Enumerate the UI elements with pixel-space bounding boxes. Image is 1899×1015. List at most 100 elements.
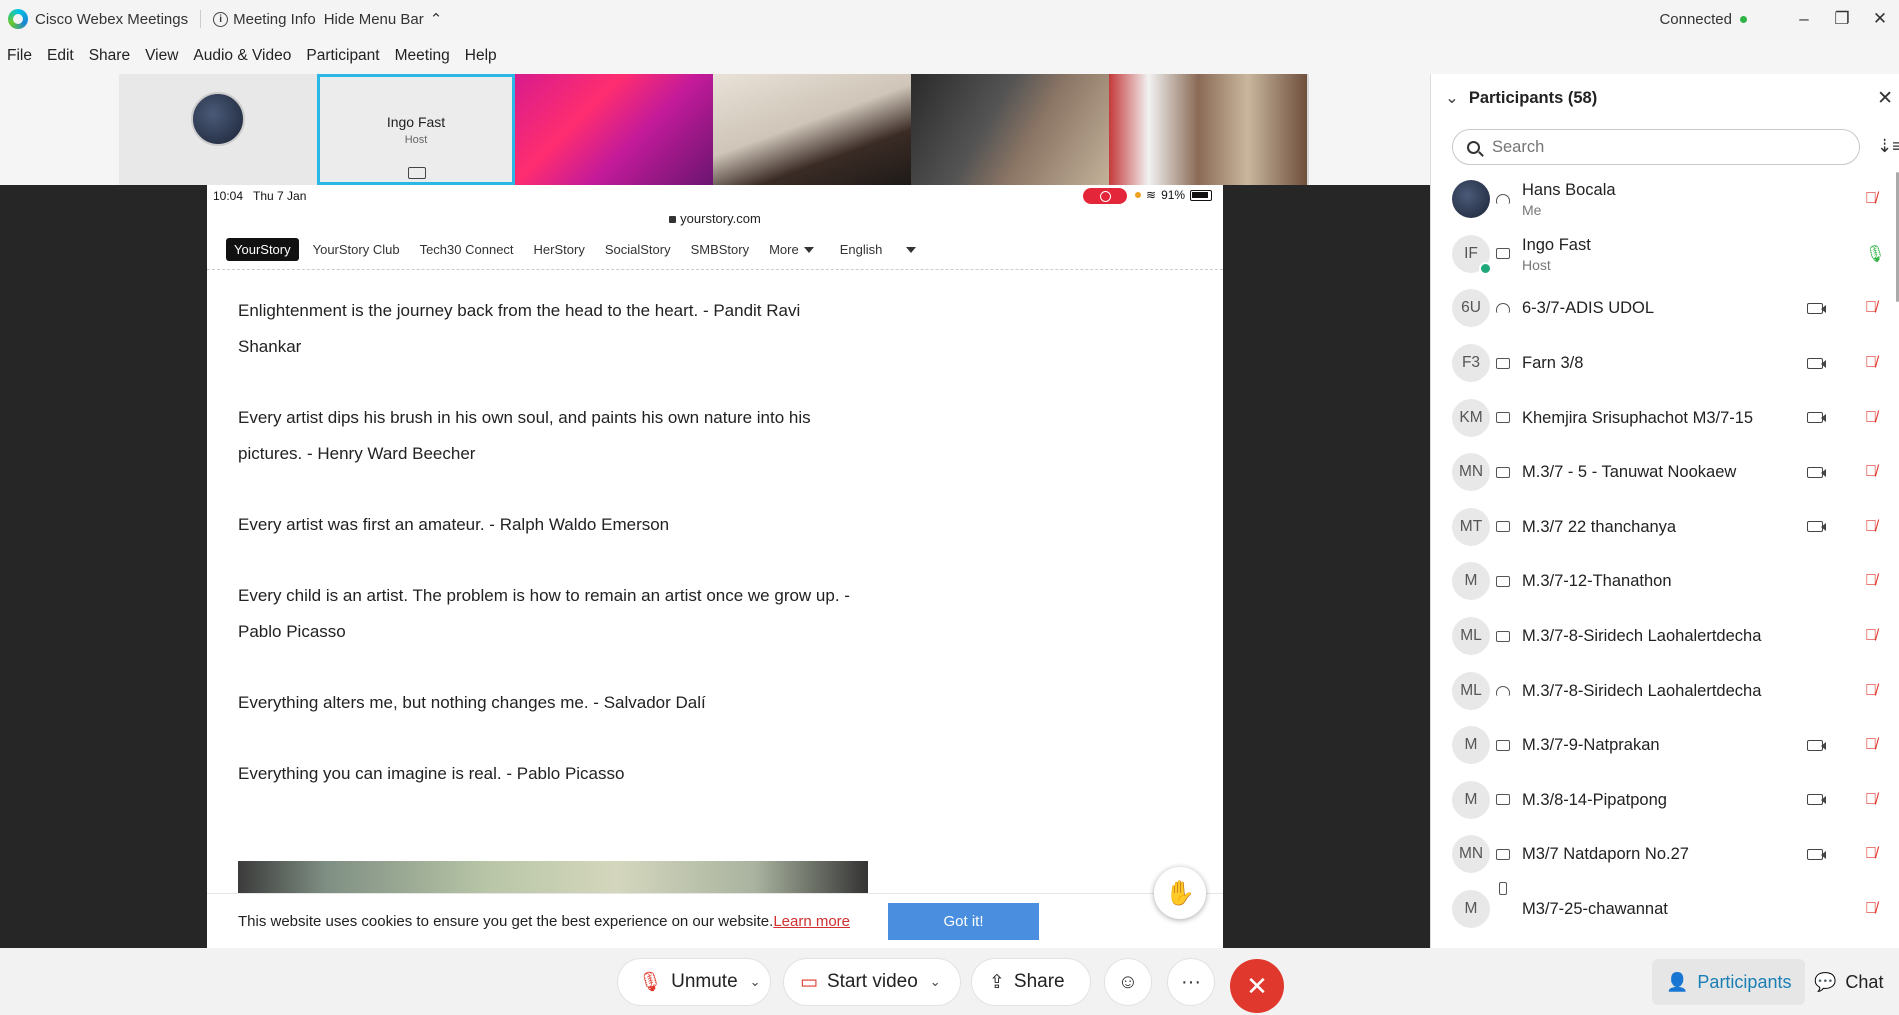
participant-row[interactable]: ML M.3/7-8-Siridech Laohalertdecha 🎙̸	[1431, 609, 1899, 664]
chat-tab-button[interactable]: 💬 Chat	[1800, 959, 1897, 1005]
participant-row[interactable]: M M.3/7-12-Thanathon 🎙̸	[1431, 554, 1899, 609]
sort-icon[interactable]: ⇣≡	[1877, 136, 1899, 157]
reactions-button[interactable]: ☺	[1105, 959, 1151, 1005]
battery-percent: 91%	[1161, 188, 1186, 202]
mic-muted-icon[interactable]: 🎙̸	[1865, 682, 1877, 700]
video-thumbnail[interactable]	[911, 74, 1109, 185]
restore-button[interactable]: ❐	[1823, 9, 1861, 29]
orange-dot-icon	[1135, 192, 1141, 198]
computer-icon	[1496, 357, 1510, 369]
site-logo: YourStory	[226, 238, 299, 261]
participant-row[interactable]: IF Ingo Fast Host 🎙	[1431, 227, 1899, 282]
share-label: Share	[1013, 971, 1065, 992]
chevron-up-icon: ⌃	[429, 11, 443, 28]
phone-time: 10:04	[213, 189, 244, 203]
mic-muted-icon[interactable]: 🎙̸	[1865, 299, 1877, 317]
caret-down-icon	[906, 246, 917, 253]
menu-share[interactable]: Share	[89, 47, 130, 65]
chevron-down-icon[interactable]: ⌄	[750, 974, 761, 990]
avatar	[1452, 180, 1490, 219]
minimize-button[interactable]: –	[1785, 9, 1823, 29]
computer-icon	[1496, 630, 1510, 642]
video-camera-icon	[1807, 302, 1826, 314]
hide-menu-bar-button[interactable]: Hide Menu Bar ⌃	[324, 10, 443, 29]
participant-row[interactable]: MN M.3/7 - 5 - Tanuwat Nookaew 🎙̸	[1431, 445, 1899, 500]
participant-row[interactable]: F3 Farn 3/8 🎙̸	[1431, 336, 1899, 391]
participant-name-block: M.3/7 22 thanchanya	[1522, 516, 1676, 538]
mic-muted-icon[interactable]: 🎙̸	[1865, 409, 1877, 427]
more-options-button[interactable]: ···	[1168, 959, 1214, 1005]
quote: Every artist was first an amateur. - Ral…	[238, 515, 670, 534]
mic-muted-icon[interactable]: 🎙̸	[1865, 791, 1877, 809]
participant-row[interactable]: Hans Bocala Me 🎙̸	[1431, 172, 1899, 227]
share-button[interactable]: ⇪ Share	[972, 959, 1090, 1005]
menu-participant[interactable]: Participant	[306, 47, 379, 65]
participant-row[interactable]: 6U 6-3/7-ADIS UDOL 🎙̸	[1431, 281, 1899, 336]
mic-muted-icon[interactable]: 🎙̸	[1865, 627, 1877, 645]
mic-muted-icon[interactable]: 🎙̸	[1865, 190, 1877, 208]
participant-search[interactable]	[1452, 129, 1860, 165]
participant-name: M3/7 Natdaporn No.27	[1522, 845, 1689, 864]
close-panel-button[interactable]: ✕	[1877, 87, 1893, 110]
participant-row[interactable]: ML M.3/7-8-Siridech Laohalertdecha 🎙̸	[1431, 663, 1899, 718]
participant-name: Ingo Fast	[1522, 235, 1591, 254]
participants-tab-button[interactable]: 👤 Participants	[1652, 959, 1806, 1005]
emoji-icon: ☺	[1117, 970, 1139, 993]
participant-name-block: M.3/7-8-Siridech Laohalertdecha	[1522, 625, 1761, 647]
mic-muted-icon[interactable]: 🎙̸	[1865, 354, 1877, 372]
participant-row[interactable]: M M.3/8-14-Pipatpong 🎙̸	[1431, 773, 1899, 828]
video-thumbnail[interactable]	[713, 74, 911, 185]
presenter-badge-icon	[1479, 261, 1492, 275]
chevron-down-icon[interactable]: ⌄	[930, 974, 941, 990]
participant-row[interactable]: MT M.3/7 22 thanchanya 🎙̸	[1431, 500, 1899, 555]
info-icon: i	[213, 11, 229, 27]
computer-icon	[1496, 739, 1510, 751]
menu-file[interactable]: File	[7, 47, 32, 65]
mic-muted-icon[interactable]: 🎙̸	[1865, 900, 1877, 918]
meeting-info-button[interactable]: i Meeting Info	[213, 11, 316, 28]
video-thumbnail[interactable]	[1109, 74, 1307, 185]
site-nav-item: YourStory Club	[312, 242, 400, 257]
leave-meeting-button[interactable]: ✕	[1230, 959, 1284, 1013]
start-video-button[interactable]: ▭ Start video ⌄	[784, 959, 960, 1005]
shared-content-stage: 10:04 Thu 7 Jan ≋ 91% yourstory.com Your…	[0, 185, 1430, 948]
computer-icon	[1496, 466, 1510, 478]
search-input[interactable]	[1492, 137, 1812, 157]
mic-muted-icon[interactable]: 🎙̸	[1865, 518, 1877, 536]
mic-on-icon[interactable]: 🎙	[1865, 244, 1885, 264]
person-icon: 👤	[1666, 971, 1689, 992]
participant-row[interactable]: KM Khemjira Srisuphachot M3/7-15 🎙̸	[1431, 390, 1899, 445]
mic-muted-icon[interactable]: 🎙̸	[1865, 572, 1877, 590]
participant-name-block: Khemjira Srisuphachot M3/7-15	[1522, 407, 1753, 429]
raise-hand-icon[interactable]: ✋	[1154, 867, 1206, 919]
phone-icon	[1499, 881, 1507, 895]
participants-header[interactable]: ⌄ Participants (58)	[1431, 74, 1899, 122]
menu-help[interactable]: Help	[465, 47, 497, 65]
computer-icon	[1496, 521, 1510, 533]
menu-meeting[interactable]: Meeting	[395, 47, 450, 65]
mic-muted-icon[interactable]: 🎙̸	[1865, 736, 1877, 754]
participant-role: Me	[1522, 202, 1542, 219]
video-strip: Ingo Fast Host	[119, 74, 1309, 185]
close-window-button[interactable]: ✕	[1861, 9, 1899, 29]
participant-list: Hans Bocala Me 🎙̸ IF Ingo Fast Host 🎙 6U 6-3/7-A…	[1431, 172, 1899, 936]
participant-row[interactable]: MN M3/7 Natdaporn No.27 🎙̸	[1431, 827, 1899, 882]
video-thumbnail[interactable]	[515, 74, 713, 185]
mic-muted-icon[interactable]: 🎙̸	[1865, 845, 1877, 863]
avatar: 6U	[1452, 289, 1490, 328]
participant-name: M3/7-25-chawannat	[1522, 900, 1668, 919]
participant-row[interactable]: M M3/7-25-chawannat 🎙̸	[1431, 881, 1899, 937]
mic-muted-icon[interactable]: 🎙̸	[1865, 463, 1877, 481]
search-icon	[1467, 140, 1480, 154]
menu-audio-video[interactable]: Audio & Video	[193, 47, 291, 65]
video-off-icon: ▭	[800, 971, 818, 993]
cookie-got-it-button: Got it!	[888, 903, 1039, 940]
unmute-button[interactable]: 🎙 Unmute ⌄	[618, 959, 770, 1005]
menu-view[interactable]: View	[145, 47, 178, 65]
video-camera-icon	[1807, 412, 1826, 424]
host-name: Ingo Fast	[386, 113, 446, 130]
video-thumbnail-host[interactable]: Ingo Fast Host	[317, 74, 515, 185]
menu-edit[interactable]: Edit	[47, 47, 74, 65]
participant-row[interactable]: M M.3/7-9-Natprakan 🎙̸	[1431, 718, 1899, 773]
video-thumbnail-self[interactable]	[119, 74, 317, 185]
